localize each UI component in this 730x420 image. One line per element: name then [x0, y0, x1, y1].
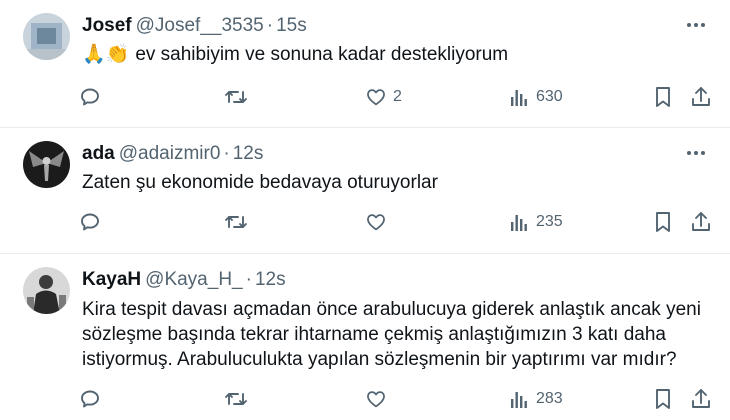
views-button[interactable]: 630	[508, 82, 563, 112]
tweet-timestamp[interactable]: 12s	[233, 143, 264, 164]
separator-dot: ·	[266, 15, 274, 36]
like-button[interactable]: 2	[365, 82, 402, 112]
more-icon[interactable]	[684, 146, 708, 160]
tweet-header: ada @adaizmir0 · 12s	[82, 142, 263, 166]
retweet-icon	[225, 216, 247, 228]
reply-button[interactable]	[78, 384, 102, 414]
heart-icon	[367, 214, 385, 231]
bookmark-button[interactable]	[653, 384, 673, 414]
author-handle[interactable]: @Kaya_H_	[145, 269, 242, 290]
tweet-text: 🙏👏 ev sahibiyim ve sonuna kadar destekliy…	[82, 42, 712, 67]
share-button[interactable]	[690, 207, 712, 237]
retweet-button[interactable]	[223, 384, 249, 414]
tweet-timestamp[interactable]: 15s	[276, 15, 307, 36]
retweet-button[interactable]	[223, 207, 249, 237]
tweet-text-content: ev sahibiyim ve sonuna kadar destekliyor…	[135, 44, 509, 65]
separator-dot: ·	[223, 143, 230, 164]
like-button[interactable]	[365, 384, 393, 414]
author-handle[interactable]: @adaizmir0	[119, 143, 221, 164]
more-icon[interactable]	[684, 18, 708, 32]
views-icon	[511, 392, 527, 408]
author-name[interactable]: Josef	[82, 15, 132, 36]
bookmark-icon	[656, 87, 670, 107]
reply-icon	[81, 88, 99, 106]
author-name[interactable]: KayaH	[82, 269, 141, 290]
emoji: 🙏👏	[82, 44, 130, 65]
view-count: 283	[536, 390, 563, 407]
action-bar: 235	[0, 207, 730, 237]
action-bar: 2 630	[0, 82, 730, 112]
reply-button[interactable]	[78, 82, 102, 112]
retweet-icon	[225, 91, 247, 103]
reply-icon	[81, 213, 99, 231]
tweet-timestamp[interactable]: 12s	[255, 269, 286, 290]
heart-icon	[367, 89, 385, 106]
reply-icon	[81, 390, 99, 408]
share-icon	[692, 87, 710, 106]
author-name[interactable]: ada	[82, 143, 115, 164]
bookmark-icon	[656, 212, 670, 232]
tweet-header: Josef @Josef__3535 · 15s	[82, 14, 307, 38]
tweet[interactable]: KayaH @Kaya_H_ · 12s Kira tespit davası açm…	[0, 254, 730, 420]
view-count: 630	[536, 88, 563, 105]
author-handle[interactable]: @Josef__3535	[136, 15, 264, 36]
bookmark-button[interactable]	[653, 207, 673, 237]
avatar[interactable]	[23, 141, 70, 188]
separator-dot: ·	[245, 269, 252, 290]
retweet-icon	[225, 393, 247, 405]
views-button[interactable]: 235	[508, 207, 563, 237]
retweet-button[interactable]	[223, 82, 249, 112]
bookmark-icon	[656, 389, 670, 409]
tweet-text: Kira tespit davası açmadan önce arabuluc…	[82, 297, 710, 372]
like-button[interactable]	[365, 207, 393, 237]
like-count: 2	[393, 88, 402, 105]
tweet[interactable]: ada @adaizmir0 · 12s Zaten şu ekonomide bed…	[0, 128, 730, 254]
tweet-feed: Josef @Josef__3535 · 15s 🙏👏 ev sahibiyim ve …	[0, 0, 730, 420]
share-icon	[692, 212, 710, 231]
tweet-text-content: Zaten şu ekonomide bedavaya oturuyorlar	[82, 172, 438, 193]
heart-icon	[367, 391, 385, 408]
share-button[interactable]	[690, 384, 712, 414]
tweet-text: Zaten şu ekonomide bedavaya oturuyorlar	[82, 170, 712, 195]
share-button[interactable]	[690, 82, 712, 112]
tweet[interactable]: Josef @Josef__3535 · 15s 🙏👏 ev sahibiyim ve …	[0, 0, 730, 128]
view-count: 235	[536, 213, 563, 230]
views-icon	[511, 90, 527, 106]
share-icon	[692, 389, 710, 408]
tweet-header: KayaH @Kaya_H_ · 12s	[82, 268, 286, 292]
reply-button[interactable]	[78, 207, 102, 237]
bookmark-button[interactable]	[653, 82, 673, 112]
views-button[interactable]: 283	[508, 384, 563, 414]
avatar[interactable]	[23, 267, 70, 314]
tweet-text-content: Kira tespit davası açmadan önce arabuluc…	[82, 299, 701, 370]
action-bar: 283	[0, 384, 730, 414]
avatar[interactable]	[23, 13, 70, 60]
views-icon	[511, 215, 527, 231]
